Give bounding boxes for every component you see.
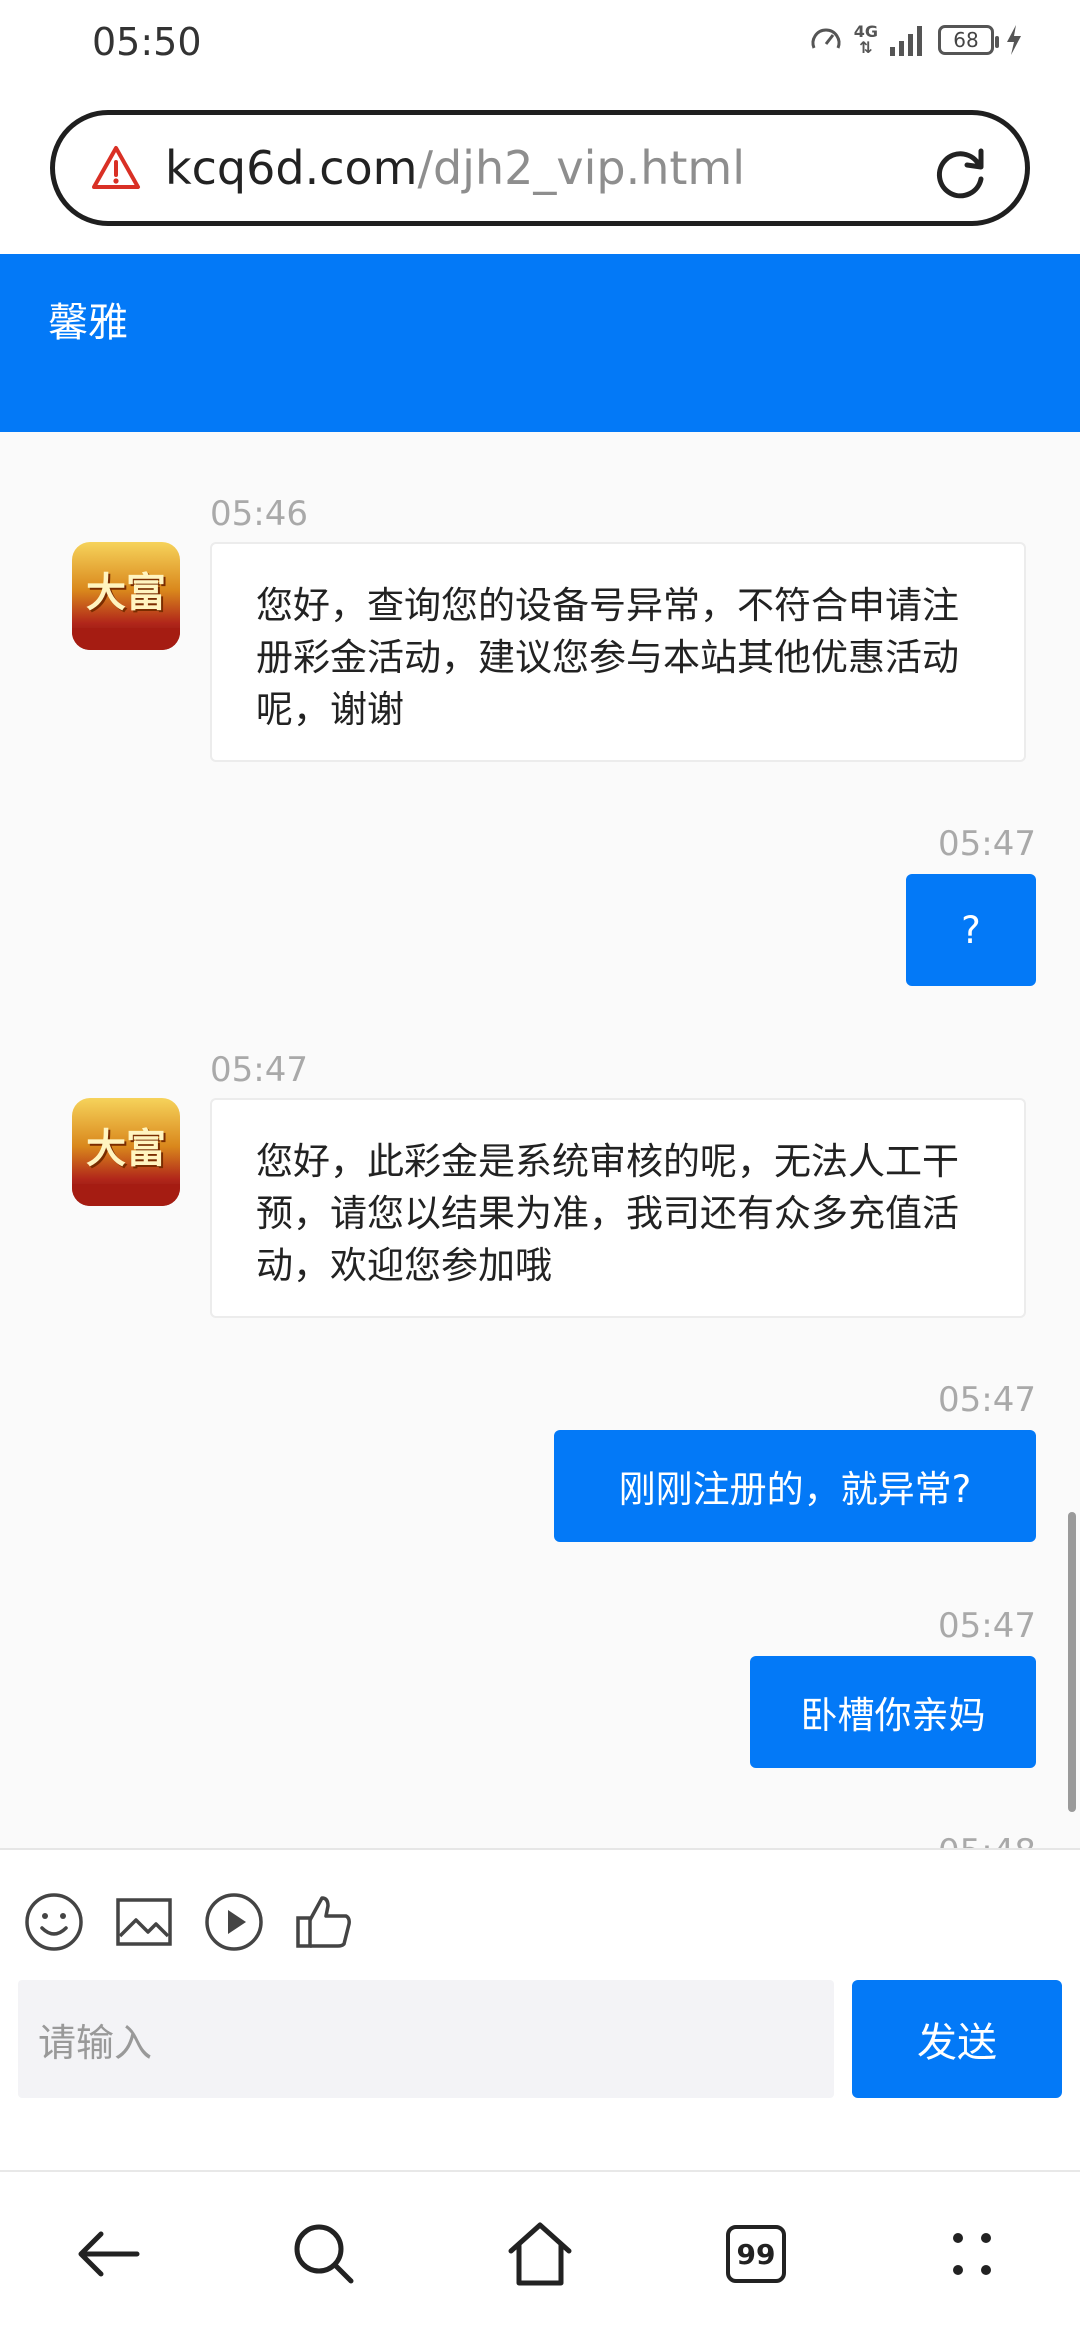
search-button[interactable] [284, 2214, 364, 2294]
speed-icon [811, 28, 841, 49]
message-bubble-user: 刚刚注册的，就异常? [554, 1430, 1036, 1542]
home-button[interactable] [500, 2214, 580, 2294]
thumbs-up-icon[interactable] [292, 1890, 356, 1954]
message-list[interactable]: 05:46 大富豪II 您好，查询您的设备号异常，不符合申请注册彩金活动，建议您… [0, 432, 1080, 1848]
emoji-icon[interactable] [22, 1890, 86, 1954]
status-time: 05:50 [92, 20, 202, 64]
menu-button[interactable] [932, 2214, 1012, 2294]
message-time: 05:47 [210, 1050, 308, 1090]
browser-toolbar: kcq6d.com/djh2_vip.html [0, 96, 1080, 254]
back-button[interactable] [68, 2214, 148, 2294]
message-bubble-agent: 您好，查询您的设备号异常，不符合申请注册彩金活动，建议您参与本站其他优惠活动呢，… [210, 542, 1026, 762]
message-time: 05:46 [210, 494, 308, 534]
address-bar[interactable]: kcq6d.com/djh2_vip.html [50, 110, 1030, 226]
page: 05:50 4G ⇅ 68 kcq6d.com/djh2_vip.html 馨雅… [0, 0, 1080, 2340]
agent-avatar: 大富豪II [72, 1098, 180, 1206]
charging-icon [1007, 25, 1021, 55]
message-bubble-user: ? [906, 874, 1036, 986]
back-arrow-icon [78, 2231, 140, 2277]
scrollbar[interactable] [1068, 1512, 1076, 1812]
signal-icon [890, 26, 922, 56]
status-icons: 4G ⇅ 68 [808, 22, 1024, 58]
image-icon[interactable] [112, 1890, 176, 1954]
chat-header: 馨雅 [0, 254, 1080, 432]
warning-icon[interactable] [91, 143, 141, 193]
browser-nav-bar: 99 [0, 2170, 1080, 2340]
url-path: /djh2_vip.html [417, 141, 745, 195]
agent-avatar: 大富豪II [72, 542, 180, 650]
battery-indicator: 68 [938, 25, 999, 55]
url-text[interactable]: kcq6d.com/djh2_vip.html [165, 141, 745, 195]
send-button[interactable]: 发送 [852, 1980, 1062, 2098]
message-input[interactable]: 请输入 [18, 1980, 834, 2098]
status-bar: 05:50 4G ⇅ 68 [0, 0, 1080, 96]
video-icon[interactable] [202, 1890, 266, 1954]
agent-name: 馨雅 [48, 300, 128, 346]
message-time: 05:47 [938, 824, 1036, 864]
reload-icon[interactable] [931, 143, 991, 203]
composer: 请输入 发送 [0, 1848, 1080, 2170]
search-icon [294, 2224, 354, 2284]
message-time: 05:48 [938, 1832, 1036, 1848]
url-host: kcq6d.com [165, 141, 418, 195]
message-bubble-agent: 您好，此彩金是系统审核的呢，无法人工干预，请您以结果为准，我司还有众多充值活动，… [210, 1098, 1026, 1318]
message-bubble-user: 卧槽你亲妈 [750, 1656, 1036, 1768]
tabs-count: 99 [726, 2225, 786, 2283]
tabs-button[interactable]: 99 [716, 2214, 796, 2294]
home-icon [508, 2222, 572, 2286]
menu-dots-icon [953, 2233, 991, 2275]
message-time: 05:47 [938, 1606, 1036, 1646]
network-type: 4G ⇅ [853, 22, 878, 57]
message-time: 05:47 [938, 1380, 1036, 1420]
